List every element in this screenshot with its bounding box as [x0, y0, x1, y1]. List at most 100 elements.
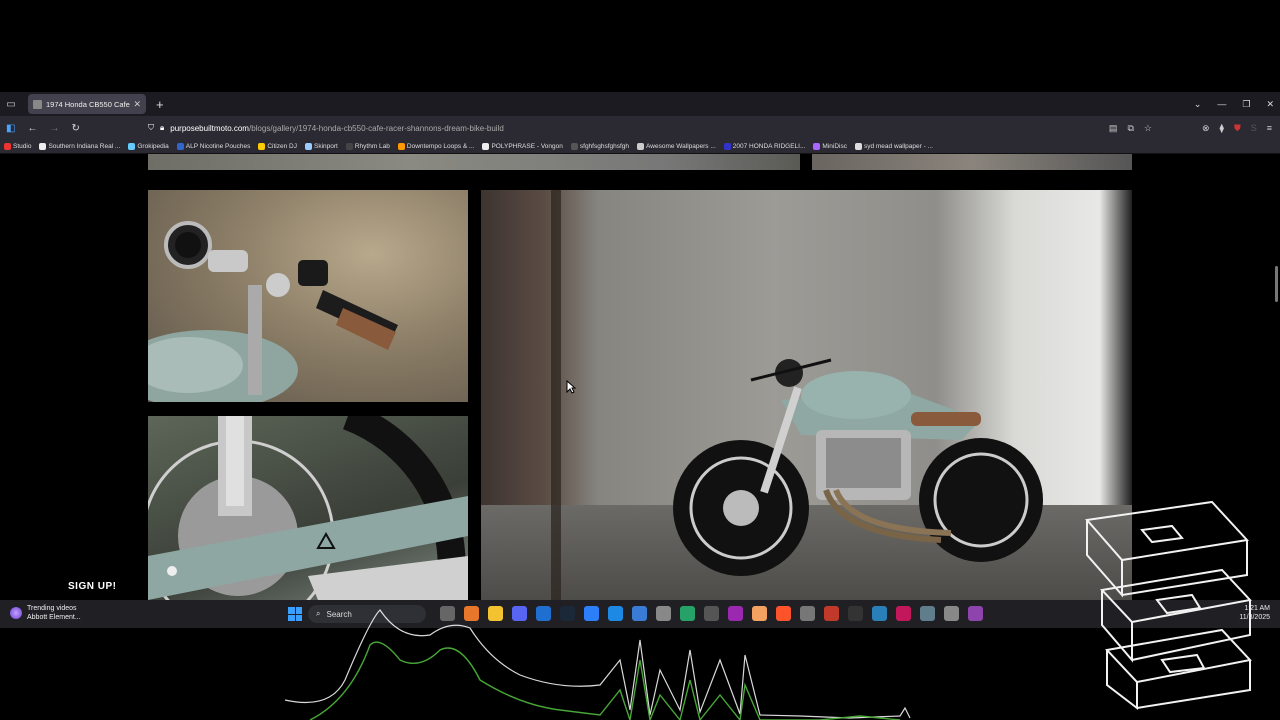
taskbar-app-icon[interactable] — [584, 606, 599, 621]
bookmark-item[interactable]: MiniDisc — [813, 143, 847, 150]
clock-date: 11/8/2025 — [1239, 614, 1270, 621]
bookmark-item[interactable]: POLYPHRASE - Vongon — [482, 143, 563, 150]
url-path: /blogs/gallery/1974-honda-cb550-cafe-rac… — [248, 123, 504, 133]
tab-title: 1974 Honda CB550 Cafe Racer — [46, 99, 130, 109]
profile-icon[interactable]: S — [1251, 123, 1257, 133]
search-placeholder: Search — [326, 609, 352, 619]
widgets-button[interactable]: Trending videos Abbott Element... — [10, 604, 81, 622]
bookmark-item[interactable]: Southern Indiana Real ... — [39, 143, 120, 150]
bookmark-label: sfghfsghsfghsfgh — [579, 143, 630, 150]
bookmark-label: 2007 HONDA RIDGELI... — [732, 143, 806, 150]
taskbar-app-icon[interactable] — [608, 606, 623, 621]
bookmark-label: syd mead wallpaper - ... — [863, 143, 933, 150]
bookmark-label: Studio — [13, 143, 32, 150]
menu-icon[interactable]: ≡ — [1267, 123, 1272, 133]
gallery-image-main-bike[interactable] — [481, 190, 1132, 600]
taskbar-app-icon[interactable] — [656, 606, 671, 621]
bookmark-label: MiniDisc — [822, 143, 847, 150]
bookmark-label: Citizen DJ — [267, 143, 297, 150]
mouse-cursor-icon — [566, 380, 576, 394]
gallery-image-top-left[interactable] — [148, 154, 800, 170]
taskbar-app-icon[interactable] — [440, 606, 455, 621]
bookmark-item[interactable]: Studio — [4, 143, 31, 150]
bookmarks-bar: Studio Southern Indiana Real ... Grokipedi… — [0, 140, 1280, 154]
bookmark-item[interactable]: Citizen DJ — [258, 143, 297, 150]
taskbar: Trending videos Abbott Element... ⌕ Searc… — [0, 600, 1280, 628]
taskbar-app-icon[interactable] — [488, 606, 503, 621]
bookmark-favicon-icon — [4, 143, 11, 150]
taskbar-app-icon[interactable] — [752, 606, 767, 621]
taskbar-app-icon[interactable] — [704, 606, 719, 621]
bookmark-item[interactable]: Downtempo Loops & ... — [397, 143, 474, 150]
tab-bar: ▭ 1974 Honda CB550 Cafe Racer ✕ + ⌄ — ❐ … — [0, 92, 1280, 116]
bookmark-label: Southern Indiana Real ... — [48, 143, 121, 150]
star-icon[interactable]: ☆ — [1144, 123, 1152, 134]
bookmark-label: Grokipedia — [137, 143, 169, 150]
close-window-icon[interactable]: ✕ — [1266, 99, 1274, 110]
gallery-image-top-right[interactable] — [812, 154, 1132, 170]
taskbar-app-icon[interactable] — [824, 606, 839, 621]
taskbar-app-icon[interactable] — [560, 606, 575, 621]
maximize-icon[interactable]: ❐ — [1242, 99, 1250, 110]
forward-icon[interactable]: → — [49, 123, 59, 134]
bookmark-item[interactable]: 2007 HONDA RIDGELI... — [723, 143, 806, 150]
reader-view-icon[interactable]: ▤ — [1109, 123, 1118, 134]
new-tab-button[interactable]: + — [156, 97, 164, 112]
bookmark-item[interactable]: sfghfsghsfghsfgh — [570, 143, 630, 150]
taskbar-app-icon[interactable] — [776, 606, 791, 621]
sidebar-icon[interactable]: ◧ — [6, 123, 15, 134]
taskbar-app-icon[interactable] — [512, 606, 527, 621]
scrollbar-thumb[interactable] — [1275, 266, 1278, 302]
taskbar-app-icon[interactable] — [632, 606, 647, 621]
taskbar-app-icon[interactable] — [872, 606, 887, 621]
ublock-icon[interactable]: ⛊ — [1234, 123, 1241, 134]
bookmark-favicon-icon — [637, 143, 645, 150]
bookmark-favicon-icon — [258, 143, 266, 150]
url-bar[interactable]: ⛉ 🔒︎ purposebuiltmoto.com/blogs/gallery/… — [148, 119, 1108, 137]
search-icon: ⌕ — [316, 609, 321, 618]
bookmark-label: Awesome Wallpapers ... — [646, 143, 716, 150]
taskbar-app-icon[interactable] — [536, 606, 551, 621]
signup-button[interactable]: SIGN UP! — [68, 581, 116, 592]
bookmark-favicon-icon — [482, 143, 490, 150]
bookmark-label: ALP Nicotine Pouches — [185, 143, 251, 150]
start-button[interactable] — [288, 607, 302, 621]
bookmark-label: Rhythm Lab — [354, 143, 390, 150]
extension-close-icon[interactable]: ⊗ — [1202, 123, 1210, 134]
shield-icon[interactable]: ⛉ — [148, 123, 154, 133]
bookmark-item[interactable]: ALP Nicotine Pouches — [176, 143, 251, 150]
bookmark-item[interactable]: Grokipedia — [128, 143, 169, 150]
taskbar-search[interactable]: ⌕ Search — [308, 605, 426, 623]
bookmark-item[interactable]: Skinport — [304, 143, 338, 150]
taskbar-app-icon[interactable] — [944, 606, 959, 621]
taskbar-app-icon[interactable] — [920, 606, 935, 621]
bookmark-item[interactable]: Awesome Wallpapers ... — [637, 143, 716, 150]
taskbar-app-icon[interactable] — [680, 606, 695, 621]
taskbar-app-icon[interactable] — [464, 606, 479, 621]
reload-icon[interactable]: ↻ — [71, 123, 79, 134]
back-icon[interactable]: ← — [27, 123, 37, 134]
extensions-icon[interactable]: ⧫ — [1220, 123, 1224, 134]
taskbar-app-icon[interactable] — [848, 606, 863, 621]
taskbar-app-icon[interactable] — [728, 606, 743, 621]
minimize-icon[interactable]: — — [1217, 99, 1226, 109]
widget-icon — [10, 607, 22, 619]
bookmark-item[interactable]: Rhythm Lab — [345, 143, 390, 150]
picture-in-picture-icon[interactable]: ⧉ — [1127, 123, 1133, 134]
lock-icon[interactable]: 🔒︎ — [160, 123, 164, 133]
url-domain: purposebuiltmoto.com — [170, 123, 249, 133]
gallery-image-rear-shock[interactable] — [148, 416, 468, 600]
nav-right-tools: ▤ ⧉ ☆ ⊗ ⧫ ⛊ S ≡ — [1109, 116, 1272, 140]
bookmark-item[interactable]: syd mead wallpaper - ... — [854, 143, 933, 150]
taskbar-app-icon[interactable] — [896, 606, 911, 621]
taskbar-app-icon[interactable] — [968, 606, 983, 621]
tab-list-icon[interactable]: ▭ — [0, 92, 22, 116]
close-tab-icon[interactable]: ✕ — [133, 99, 141, 110]
system-tray-clock[interactable]: 1:21 AM 11/8/2025 — [1239, 604, 1270, 622]
bookmark-favicon-icon — [570, 143, 578, 150]
tab-active[interactable]: 1974 Honda CB550 Cafe Racer ✕ — [28, 94, 146, 114]
gallery-image-handlebars[interactable] — [148, 190, 468, 402]
chevron-down-icon[interactable]: ⌄ — [1194, 99, 1202, 110]
taskbar-app-icon[interactable] — [800, 606, 815, 621]
taskbar-apps — [440, 606, 983, 621]
